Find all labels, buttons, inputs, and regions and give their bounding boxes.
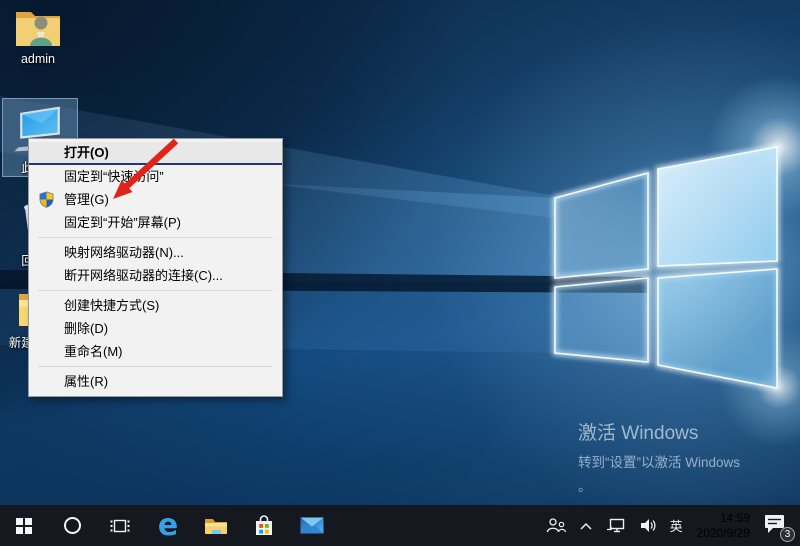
mail-button[interactable] bbox=[288, 505, 336, 546]
people-button[interactable] bbox=[539, 505, 573, 546]
input-language-indicator[interactable]: 英 bbox=[664, 505, 689, 546]
task-view-icon bbox=[110, 519, 130, 532]
menu-item-manage[interactable]: 管理(G) bbox=[29, 188, 282, 211]
mail-icon bbox=[300, 517, 324, 534]
menu-item-create-shortcut[interactable]: 创建快捷方式(S) bbox=[29, 294, 282, 317]
menu-item-label: 重命名(M) bbox=[64, 344, 123, 359]
watermark-subtitle: 转到“设置”以激活 Windows bbox=[578, 455, 741, 470]
menu-item-label: 删除(D) bbox=[64, 321, 109, 336]
watermark-period: 。 bbox=[578, 479, 592, 494]
menu-separator bbox=[38, 366, 273, 367]
file-explorer-button[interactable] bbox=[192, 505, 240, 546]
windows-desktop: 激活 Windows 转到“设置”以激活 Windows 。 admin 此电脑 bbox=[0, 0, 800, 546]
clock[interactable]: 14:59 2020/9/29 bbox=[689, 511, 758, 541]
clock-time: 14:59 bbox=[719, 510, 750, 525]
taskbar-empty-area bbox=[336, 505, 539, 546]
menu-item-delete[interactable]: 删除(D) bbox=[29, 317, 282, 340]
action-center-button[interactable]: 3 bbox=[758, 505, 796, 546]
menu-item-label: 固定到“快速访问” bbox=[64, 169, 164, 184]
menu-item-properties[interactable]: 属性(R) bbox=[29, 370, 282, 393]
edge-button[interactable]: e bbox=[144, 505, 192, 546]
network-button[interactable] bbox=[599, 505, 633, 546]
task-view-button[interactable] bbox=[96, 505, 144, 546]
desktop-icon-admin-folder[interactable]: admin bbox=[0, 6, 76, 66]
chevron-up-icon bbox=[580, 522, 592, 530]
system-tray: 英 14:59 2020/9/29 3 bbox=[539, 505, 800, 546]
clock-date: 2020/9/29 bbox=[696, 525, 750, 540]
menu-item-rename[interactable]: 重命名(M) bbox=[29, 340, 282, 363]
cortana-button[interactable] bbox=[48, 505, 96, 546]
people-icon bbox=[546, 518, 566, 533]
hidden-icons-button[interactable] bbox=[573, 505, 599, 546]
menu-separator bbox=[38, 237, 273, 238]
desktop-icon-label: admin bbox=[20, 52, 56, 66]
menu-item-pin-quick-access[interactable]: 固定到“快速访问” bbox=[29, 165, 282, 188]
menu-item-open[interactable]: 打开(O) bbox=[29, 142, 282, 165]
context-menu: 打开(O) 固定到“快速访问” 管理(G) 固定到“开始”屏幕(P) 映射网络驱… bbox=[28, 138, 283, 397]
network-icon bbox=[606, 518, 624, 533]
volume-button[interactable] bbox=[633, 505, 664, 546]
store-button[interactable] bbox=[240, 505, 288, 546]
menu-item-map-network-drive[interactable]: 映射网络驱动器(N)... bbox=[29, 241, 282, 264]
menu-item-label: 映射网络驱动器(N)... bbox=[64, 245, 184, 260]
start-button[interactable] bbox=[0, 505, 48, 546]
menu-item-label: 断开网络驱动器的连接(C)... bbox=[64, 268, 223, 283]
menu-item-label: 打开(O) bbox=[64, 145, 109, 160]
windows-logo-icon bbox=[16, 517, 32, 534]
menu-item-pin-start[interactable]: 固定到“开始”屏幕(P) bbox=[29, 211, 282, 234]
menu-item-label: 属性(R) bbox=[64, 374, 109, 389]
user-folder-icon bbox=[16, 12, 60, 46]
speaker-icon bbox=[640, 519, 656, 532]
notification-badge: 3 bbox=[780, 526, 795, 542]
menu-separator bbox=[38, 290, 273, 291]
file-explorer-icon bbox=[205, 518, 227, 534]
watermark-title: 激活 Windows bbox=[578, 423, 699, 444]
activate-windows-watermark: 激活 Windows 转到“设置”以激活 Windows 。 bbox=[578, 418, 740, 495]
uac-shield-icon bbox=[39, 191, 54, 208]
menu-item-label: 创建快捷方式(S) bbox=[64, 298, 160, 313]
menu-item-label: 固定到“开始”屏幕(P) bbox=[64, 215, 181, 230]
store-icon bbox=[256, 515, 272, 535]
cortana-icon bbox=[63, 517, 81, 534]
menu-item-disconnect-network-drive[interactable]: 断开网络驱动器的连接(C)... bbox=[29, 264, 282, 287]
taskbar: e 英 14:59 2020/9/29 3 bbox=[0, 505, 800, 546]
menu-item-label: 管理(G) bbox=[64, 192, 109, 207]
edge-icon: e bbox=[157, 507, 179, 543]
